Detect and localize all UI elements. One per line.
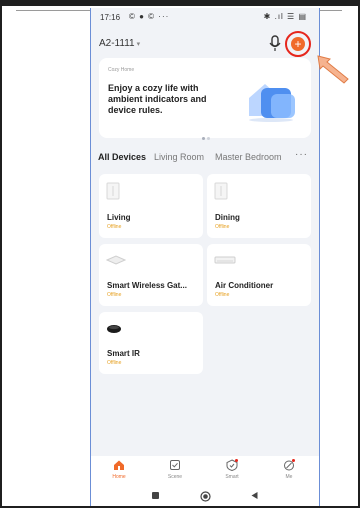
device-status: Offline — [107, 360, 122, 366]
tab-living-room[interactable]: Living Room — [154, 152, 204, 162]
home-button-icon[interactable] — [200, 491, 211, 502]
cozy-home-banner[interactable]: Cozy Home Enjoy a cozy life with ambient… — [99, 58, 311, 140]
device-status: Offline — [215, 292, 230, 298]
device-card-dining[interactable]: Dining Offline — [207, 174, 311, 238]
wall-switch-icon — [106, 182, 120, 200]
tab-home-label: Home — [112, 474, 126, 480]
tab-master-bedroom[interactable]: Master Bedroom — [215, 152, 282, 162]
screenshot-border — [0, 0, 360, 6]
home-header: A2-1111 ▾ + — [91, 30, 319, 57]
device-status: Offline — [215, 224, 230, 230]
carousel-dot — [207, 137, 210, 140]
cozy-home-illustration-icon — [249, 84, 295, 122]
recent-apps-icon[interactable] — [151, 491, 160, 500]
tab-scene[interactable]: Scene — [155, 459, 195, 480]
system-navigation-bar — [91, 486, 319, 506]
add-device-button[interactable]: + — [291, 37, 305, 51]
tab-me[interactable]: Me — [269, 459, 309, 480]
air-conditioner-icon — [214, 256, 236, 264]
screenshot-border — [0, 0, 2, 508]
home-selector[interactable]: A2-1111 ▾ — [99, 38, 140, 49]
carousel-dots — [202, 127, 216, 140]
notification-icons: © ● © ··· — [129, 12, 170, 21]
back-icon[interactable] — [250, 491, 259, 500]
status-bar: 17:16 © ● © ··· ✱ .ıl ☰ ▤ — [91, 8, 319, 30]
banner-tag: Cozy Home — [108, 67, 135, 73]
device-status: Offline — [107, 292, 122, 298]
gateway-icon — [106, 255, 126, 265]
wall-switch-icon — [214, 182, 228, 200]
phone-screen: 17:16 © ● © ··· ✱ .ıl ☰ ▤ A2-1111 ▾ + Coz… — [90, 8, 320, 506]
device-name: Living — [107, 213, 131, 222]
home-name: A2-1111 — [99, 38, 135, 49]
microphone-icon[interactable] — [268, 35, 282, 53]
tab-all-devices[interactable]: All Devices — [98, 152, 146, 162]
device-card-living[interactable]: Living Offline — [99, 174, 203, 238]
ir-remote-icon — [107, 325, 121, 333]
tab-scene-label: Scene — [167, 474, 183, 480]
device-name: Air Conditioner — [215, 281, 274, 290]
bottom-tab-bar: Home Scene Smart Me — [91, 456, 319, 486]
system-icons: ✱ .ıl ☰ ▤ — [263, 12, 307, 21]
tab-smart[interactable]: Smart — [212, 459, 252, 480]
carousel-dot — [202, 137, 205, 140]
tab-home[interactable]: Home — [99, 459, 139, 480]
smart-icon — [226, 459, 238, 471]
chevron-down-icon: ▾ — [136, 41, 141, 48]
device-name: Smart Wireless Gat... — [107, 281, 187, 290]
device-card-smart-ir[interactable]: Smart IR Offline — [99, 312, 203, 374]
pointer-arrow-icon — [317, 55, 349, 84]
status-time: 17:16 — [100, 13, 121, 22]
device-card-smart-wireless-gateway[interactable]: Smart Wireless Gat... Offline — [99, 244, 203, 306]
tab-smart-label: Smart — [225, 474, 239, 480]
banner-text: Enjoy a cozy life with ambient indicator… — [108, 83, 207, 115]
profile-icon — [284, 459, 295, 471]
tab-me-label: Me — [285, 474, 293, 480]
scene-icon — [170, 460, 180, 470]
home-icon — [114, 460, 124, 470]
device-status: Offline — [107, 224, 122, 230]
device-card-air-conditioner[interactable]: Air Conditioner Offline — [207, 244, 311, 306]
more-tabs-icon[interactable]: ··· — [295, 149, 308, 160]
device-name: Dining — [215, 213, 240, 222]
device-name: Smart IR — [107, 349, 140, 358]
room-tabs: All Devices Living Room Master Bedroom ·… — [91, 149, 319, 168]
